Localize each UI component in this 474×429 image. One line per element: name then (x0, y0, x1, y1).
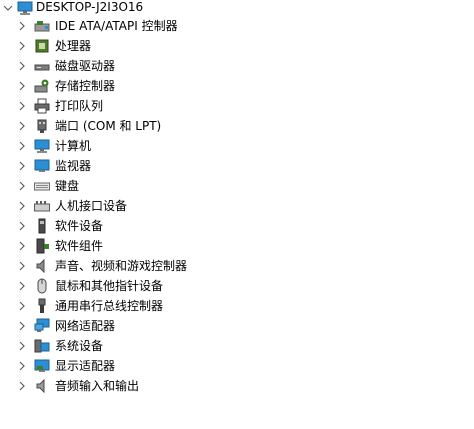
monitor-icon (34, 158, 50, 174)
tree-root-label: DESKTOP-J2I3O16 (36, 0, 144, 14)
tree-item-label: 网络适配器 (55, 319, 116, 333)
tree-item-storage-controller[interactable]: 存储控制器 (0, 76, 474, 96)
tree-item-label: 键盘 (55, 179, 80, 193)
tree-item-label: 系统设备 (55, 339, 104, 353)
printer-icon (34, 98, 50, 114)
tree-item-label: 软件组件 (55, 239, 104, 253)
tree-item-ports[interactable]: 端口 (COM 和 LPT) (0, 116, 474, 136)
tree-item-label: 计算机 (55, 139, 92, 153)
chevron-right-icon[interactable] (16, 36, 28, 56)
device-tree: DESKTOP-J2I3O16 IDE ATA/ATAPI 控制器 处理器 磁盘… (0, 0, 474, 396)
processor-icon (34, 38, 50, 54)
tree-item-label: 音频输入和输出 (55, 379, 140, 393)
tree-item-display-adapter[interactable]: 显示适配器 (0, 356, 474, 376)
chevron-right-icon[interactable] (16, 76, 28, 96)
tree-item-usb-controller[interactable]: 通用串行总线控制器 (0, 296, 474, 316)
tree-item-label: 打印队列 (55, 99, 104, 113)
tree-item-ide-controller[interactable]: IDE ATA/ATAPI 控制器 (0, 16, 474, 36)
computer-icon (17, 0, 33, 16)
chevron-right-icon[interactable] (16, 236, 28, 256)
tree-item-label: 声音、视频和游戏控制器 (55, 259, 188, 273)
tree-item-audio-io[interactable]: 音频输入和输出 (0, 376, 474, 396)
chevron-right-icon[interactable] (16, 256, 28, 276)
tree-item-label: 通用串行总线控制器 (55, 299, 164, 313)
chevron-right-icon[interactable] (16, 356, 28, 376)
tree-item-keyboard[interactable]: 键盘 (0, 176, 474, 196)
chevron-right-icon[interactable] (16, 56, 28, 76)
tree-item-sound-video-game[interactable]: 声音、视频和游戏控制器 (0, 256, 474, 276)
display-adapter-icon (34, 358, 50, 374)
tree-item-label: IDE ATA/ATAPI 控制器 (55, 19, 178, 33)
tree-item-label: 存储控制器 (55, 79, 116, 93)
mouse-icon (34, 278, 50, 294)
speaker-icon (34, 258, 50, 274)
tree-item-label: 显示适配器 (55, 359, 116, 373)
tree-item-mouse[interactable]: 鼠标和其他指针设备 (0, 276, 474, 296)
tree-item-disk-drive[interactable]: 磁盘驱动器 (0, 56, 474, 76)
tree-item-system-device[interactable]: 系统设备 (0, 336, 474, 356)
chevron-right-icon[interactable] (16, 376, 28, 396)
chevron-right-icon[interactable] (16, 136, 28, 156)
tree-item-label: 鼠标和其他指针设备 (55, 279, 164, 293)
audio-io-icon (34, 378, 50, 394)
tree-item-processor[interactable]: 处理器 (0, 36, 474, 56)
tree-item-software-device[interactable]: 软件设备 (0, 216, 474, 236)
chevron-down-icon[interactable] (2, 0, 14, 16)
chevron-right-icon[interactable] (16, 316, 28, 336)
ide-controller-icon (34, 18, 50, 34)
chevron-right-icon[interactable] (16, 96, 28, 116)
tree-item-label: 处理器 (55, 39, 92, 53)
tree-item-label: 磁盘驱动器 (55, 59, 116, 73)
storage-controller-icon (34, 78, 50, 94)
tree-item-monitor[interactable]: 监视器 (0, 156, 474, 176)
tree-item-label: 人机接口设备 (55, 199, 128, 213)
port-icon (34, 118, 50, 134)
chevron-right-icon[interactable] (16, 176, 28, 196)
chevron-right-icon[interactable] (16, 196, 28, 216)
tree-root-node[interactable]: DESKTOP-J2I3O16 (0, 0, 474, 16)
hid-icon (34, 198, 50, 214)
chevron-right-icon[interactable] (16, 156, 28, 176)
tree-item-print-queue[interactable]: 打印队列 (0, 96, 474, 116)
network-adapter-icon (34, 318, 50, 334)
chevron-right-icon[interactable] (16, 16, 28, 36)
chevron-right-icon[interactable] (16, 216, 28, 236)
keyboard-icon (34, 178, 50, 194)
tree-item-label: 软件设备 (55, 219, 104, 233)
software-component-icon (34, 238, 50, 254)
tree-item-software-component[interactable]: 软件组件 (0, 236, 474, 256)
software-device-icon (34, 218, 50, 234)
chevron-right-icon[interactable] (16, 336, 28, 356)
tree-item-network-adapter[interactable]: 网络适配器 (0, 316, 474, 336)
disk-drive-icon (34, 58, 50, 74)
chevron-right-icon[interactable] (16, 276, 28, 296)
tree-item-label: 端口 (COM 和 LPT) (55, 119, 162, 133)
computer-monitor-icon (34, 138, 50, 154)
chevron-right-icon[interactable] (16, 296, 28, 316)
tree-item-label: 监视器 (55, 159, 92, 173)
usb-icon (34, 298, 50, 314)
chevron-right-icon[interactable] (16, 116, 28, 136)
tree-item-computer[interactable]: 计算机 (0, 136, 474, 156)
system-device-icon (34, 338, 50, 354)
tree-item-hid[interactable]: 人机接口设备 (0, 196, 474, 216)
